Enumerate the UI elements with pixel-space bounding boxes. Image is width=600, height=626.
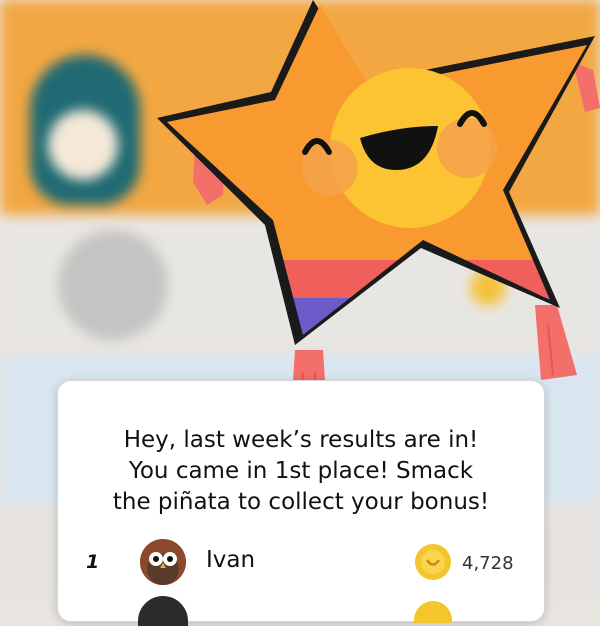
results-dialog: Hey, last week’s results are in! You cam…: [57, 380, 545, 626]
owl-avatar-icon: [140, 539, 186, 585]
next-row-coin-icon: [414, 601, 452, 623]
leaderboard-row: 1 Ivan 4,728: [58, 531, 544, 595]
background-player-avatar: [58, 230, 168, 340]
next-row-avatar: [138, 596, 188, 626]
pinata-star-icon[interactable]: [155, 0, 600, 425]
player-name: Ivan: [206, 547, 256, 573]
rank-number: 1: [86, 551, 100, 573]
player-score: 4,728: [462, 553, 514, 574]
background-avatar-face: [48, 110, 118, 180]
message-line: Hey, last week’s results are in!: [123, 427, 479, 453]
pinata-star[interactable]: [155, 0, 600, 425]
message-line: You came in 1st place! Smack: [128, 458, 474, 484]
results-message: Hey, last week’s results are in! You cam…: [58, 425, 544, 518]
message-line: the piñata to collect your bonus!: [112, 489, 490, 515]
coin-icon: [414, 543, 452, 581]
